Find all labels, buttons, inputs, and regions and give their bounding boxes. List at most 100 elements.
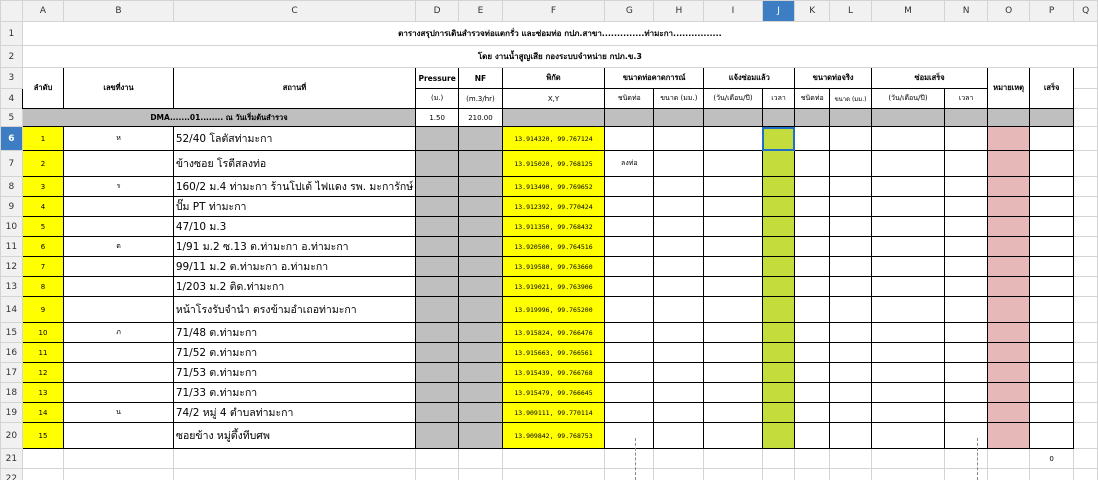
- entry-time-2[interactable]: [943, 382, 989, 403]
- entry-location[interactable]: ข้างซอย โรตีสลงท่อ: [172, 150, 417, 177]
- entry-size-mm[interactable]: [653, 362, 705, 383]
- entry-job[interactable]: ห: [63, 126, 174, 151]
- entry-job[interactable]: [63, 150, 174, 177]
- select-all-corner[interactable]: [0, 0, 23, 22]
- entry-nf[interactable]: [458, 362, 503, 383]
- header-pressure-unit[interactable]: (ม.): [415, 88, 460, 109]
- entry-size-2[interactable]: [829, 126, 872, 151]
- entry-done[interactable]: [1029, 382, 1075, 403]
- row-header[interactable]: 2: [0, 45, 23, 68]
- entry-size-2[interactable]: [829, 150, 872, 177]
- entry-time-2[interactable]: [943, 296, 989, 323]
- cell[interactable]: [458, 448, 503, 469]
- entry-size-mm[interactable]: [653, 402, 705, 423]
- entry-location[interactable]: ซอยข้าง หมู่ตึ้งทีบศพ: [172, 422, 417, 449]
- header-nf-unit[interactable]: (m.3/hr): [458, 88, 503, 109]
- entry-no[interactable]: 12: [21, 362, 65, 383]
- sheet-title[interactable]: ตารางสรุปการเดินสำรวจท่อแตกรั่ว และซ่อมท…: [21, 21, 1098, 46]
- entry-size-mm[interactable]: [653, 176, 705, 197]
- cell[interactable]: [501, 448, 606, 469]
- entry-pipe-type[interactable]: [604, 236, 655, 257]
- entry-pipe-type-2[interactable]: [794, 216, 831, 237]
- entry-done[interactable]: [1029, 236, 1075, 257]
- entry-done[interactable]: [1029, 256, 1075, 277]
- entry-time[interactable]: [761, 126, 796, 151]
- row-header[interactable]: 14: [0, 296, 23, 323]
- header-date[interactable]: (วัน/เดือน/ปี): [703, 88, 763, 109]
- entry-time-2[interactable]: [943, 276, 989, 297]
- cell[interactable]: [1073, 468, 1098, 480]
- entry-pipe-type-2[interactable]: [794, 402, 831, 423]
- entry-no[interactable]: 14: [21, 402, 65, 423]
- cell[interactable]: [870, 448, 945, 469]
- header-job[interactable]: เลขที่งาน: [63, 67, 174, 109]
- cell[interactable]: [415, 468, 460, 480]
- header-actual-size[interactable]: ขนาดท่อจริง: [794, 67, 872, 89]
- entry-job[interactable]: [63, 276, 174, 297]
- header-pipe-type-2[interactable]: ชนิดท่อ: [794, 88, 831, 109]
- entry-coord[interactable]: 13.915663, 99.766561: [501, 342, 606, 363]
- row-header[interactable]: 15: [0, 322, 23, 343]
- row-header[interactable]: 19: [0, 402, 23, 423]
- entry-time-2[interactable]: [943, 196, 989, 217]
- entry-pressure[interactable]: [415, 402, 460, 423]
- cell[interactable]: [1073, 296, 1098, 323]
- cell[interactable]: [1073, 448, 1098, 469]
- cell[interactable]: [943, 108, 989, 127]
- entry-date-2[interactable]: [870, 126, 945, 151]
- cell[interactable]: [1029, 108, 1075, 127]
- entry-no[interactable]: 9: [21, 296, 65, 323]
- entry-date-2[interactable]: [870, 276, 945, 297]
- entry-done[interactable]: [1029, 176, 1075, 197]
- header-time[interactable]: เวลา: [761, 88, 796, 109]
- entry-nf[interactable]: [458, 322, 503, 343]
- entry-location[interactable]: 160/2 ม.4 ท่ามะกา ร้านโปเต้ ไฟแดง รพ. มะ…: [172, 176, 417, 197]
- entry-coord[interactable]: 13.919580, 99.763660: [501, 256, 606, 277]
- entry-location[interactable]: 71/48 ต.ท่ามะกา: [172, 322, 417, 343]
- entry-time-2[interactable]: [943, 422, 989, 449]
- entry-nf[interactable]: [458, 422, 503, 449]
- entry-time[interactable]: [761, 276, 796, 297]
- entry-remark[interactable]: [987, 296, 1031, 323]
- cell[interactable]: [761, 448, 796, 469]
- entry-coord[interactable]: 13.909111, 99.770114: [501, 402, 606, 423]
- entry-location[interactable]: 71/53 ต.ท่ามะกา: [172, 362, 417, 383]
- entry-size-2[interactable]: [829, 382, 872, 403]
- entry-date[interactable]: [703, 216, 763, 237]
- entry-date[interactable]: [703, 236, 763, 257]
- row-header[interactable]: 11: [0, 236, 23, 257]
- row-header[interactable]: 13: [0, 276, 23, 297]
- entry-job[interactable]: [63, 382, 174, 403]
- cell[interactable]: [829, 448, 872, 469]
- cell[interactable]: [829, 468, 872, 480]
- column-header-p[interactable]: P: [1029, 0, 1075, 22]
- entry-coord[interactable]: 13.919021, 99.763906: [501, 276, 606, 297]
- entry-location[interactable]: 99/11 ม.2 ต.ท่ามะกา อ.ท่ามะกา: [172, 256, 417, 277]
- cell[interactable]: [1073, 362, 1098, 383]
- entry-pipe-type-2[interactable]: [794, 176, 831, 197]
- cell[interactable]: [653, 468, 705, 480]
- entry-pipe-type[interactable]: ลงท่อ: [604, 150, 655, 177]
- entry-no[interactable]: 3: [21, 176, 65, 197]
- entry-pipe-type-2[interactable]: [794, 276, 831, 297]
- cell[interactable]: [1073, 422, 1098, 449]
- entry-time[interactable]: [761, 422, 796, 449]
- cell[interactable]: [829, 108, 872, 127]
- entry-done[interactable]: [1029, 126, 1075, 151]
- entry-location[interactable]: 71/33 ต.ท่ามะกา: [172, 382, 417, 403]
- cell[interactable]: [943, 448, 989, 469]
- entry-job[interactable]: ร: [63, 176, 174, 197]
- entry-pipe-type-2[interactable]: [794, 342, 831, 363]
- header-date-2[interactable]: (วัน/เดือน/ปี): [870, 88, 945, 109]
- entry-location[interactable]: 1/91 ม.2 ซ.13 ต.ท่ามะกา อ.ท่ามะกา: [172, 236, 417, 257]
- cell[interactable]: [1073, 196, 1098, 217]
- entry-size-mm[interactable]: [653, 256, 705, 277]
- entry-date-2[interactable]: [870, 322, 945, 343]
- entry-done[interactable]: [1029, 196, 1075, 217]
- entry-size-2[interactable]: [829, 176, 872, 197]
- entry-size-mm[interactable]: [653, 216, 705, 237]
- column-header-i[interactable]: I: [703, 0, 763, 22]
- entry-no[interactable]: 11: [21, 342, 65, 363]
- cell[interactable]: [703, 108, 763, 127]
- entry-no[interactable]: 8: [21, 276, 65, 297]
